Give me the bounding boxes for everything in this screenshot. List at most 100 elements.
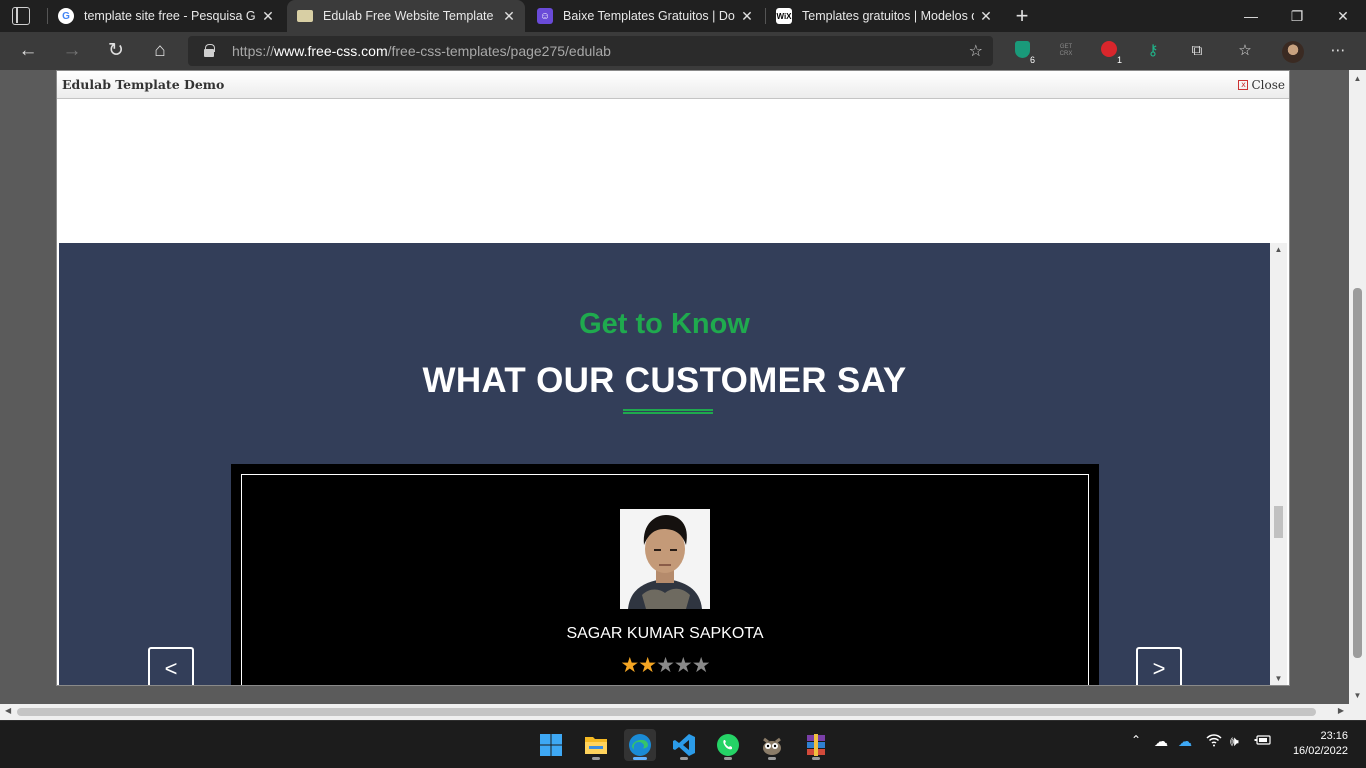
- demo-header: Edulab Template Demo x Close: [57, 71, 1289, 99]
- running-indicator: [724, 757, 732, 760]
- winrar-icon[interactable]: [800, 729, 832, 761]
- show-hidden-icons-icon[interactable]: ⌃: [1131, 733, 1141, 747]
- customer-portrait-image: [620, 509, 710, 609]
- wifi-icon[interactable]: [1206, 733, 1222, 750]
- testimonial-card: SAGAR KUMAR SAPKOTA ★★★★★: [231, 464, 1099, 685]
- volume-icon[interactable]: 🕪: [1230, 733, 1239, 750]
- battery-icon[interactable]: [1254, 733, 1272, 749]
- close-tab-icon[interactable]: ✕: [735, 8, 759, 25]
- star-filled-icon: ★: [638, 654, 657, 677]
- extension-badge: 6: [1027, 55, 1037, 65]
- running-indicator: [633, 757, 647, 760]
- page-viewport: Edulab Template Demo x Close Get to Know…: [0, 70, 1366, 720]
- new-tab-button[interactable]: +: [1010, 2, 1034, 30]
- tab-title: Templates gratuitos | Modelos d: [802, 9, 974, 23]
- url-domain: www.free-css.com: [274, 43, 388, 59]
- gimp-icon[interactable]: [756, 729, 788, 761]
- tab-actions-icon[interactable]: [12, 7, 30, 25]
- wix-icon: WiX: [776, 8, 792, 24]
- inner-scrollbar-thumb[interactable]: [1274, 506, 1283, 538]
- demo-close-button[interactable]: x Close: [1238, 78, 1285, 92]
- star-empty-icon: ★: [673, 654, 693, 677]
- close-tab-icon[interactable]: ✕: [974, 8, 998, 25]
- address-bar[interactable]: https://www.free-css.com/free-css-templa…: [188, 36, 993, 66]
- tab-baixe-templates[interactable]: ☺ Baixe Templates Gratuitos | Dow ✕: [527, 0, 763, 32]
- lock-icon: [204, 44, 215, 57]
- free-css-icon: [297, 10, 313, 22]
- url-text[interactable]: https://www.free-css.com/free-css-templa…: [232, 43, 611, 59]
- scroll-down-icon[interactable]: ▼: [1270, 674, 1287, 683]
- url-prefix: https://: [232, 43, 275, 59]
- whatsapp-icon[interactable]: [712, 729, 744, 761]
- star-empty-icon: ★: [691, 654, 711, 677]
- slider-prev-button[interactable]: <: [148, 647, 194, 685]
- close-tab-icon[interactable]: ✕: [497, 8, 521, 25]
- close-icon: x: [1238, 80, 1249, 90]
- minimize-button[interactable]: —: [1228, 0, 1274, 32]
- tab-google-search[interactable]: G template site free - Pesquisa Goo ✕: [48, 0, 284, 32]
- page-scrollbar-thumb[interactable]: [1353, 288, 1362, 658]
- demo-close-label: Close: [1251, 78, 1285, 92]
- star-empty-icon: ★: [656, 654, 675, 677]
- heading-underline: [623, 409, 713, 414]
- slider-next-button[interactable]: >: [1136, 647, 1182, 685]
- horizontal-scrollbar-thumb[interactable]: [17, 708, 1316, 716]
- system-clock[interactable]: 23:16 16/02/2022: [1293, 729, 1348, 759]
- extensions-icon[interactable]: ⧉: [1187, 41, 1207, 61]
- home-button[interactable]: ⌂: [145, 36, 175, 66]
- favorites-icon[interactable]: ☆: [1235, 41, 1255, 61]
- running-indicator: [592, 757, 600, 760]
- scroll-up-icon[interactable]: ▲: [1270, 245, 1287, 254]
- refresh-button[interactable]: ↻: [101, 36, 131, 66]
- scroll-right-icon[interactable]: ▶: [1338, 706, 1344, 715]
- tab-title: Edulab Free Website Template | F: [323, 9, 497, 23]
- section-heading: WHAT OUR CUSTOMER SAY: [422, 361, 907, 400]
- onedrive-icon[interactable]: ☁: [1178, 733, 1192, 750]
- testimonial-card-inner: SAGAR KUMAR SAPKOTA ★★★★★: [241, 474, 1089, 685]
- running-indicator: [812, 757, 820, 760]
- key-extension-icon[interactable]: ⚷: [1143, 41, 1163, 61]
- testimonial-section: Get to Know WHAT OUR CUSTOMER SAY < > SA…: [59, 243, 1270, 685]
- scroll-left-icon[interactable]: ◀: [5, 706, 11, 715]
- demo-title: Edulab Template Demo: [62, 77, 225, 92]
- clock-time: 23:16: [1320, 730, 1348, 742]
- template-demo-window: Edulab Template Demo x Close Get to Know…: [56, 70, 1290, 686]
- star-filled-icon: ★: [620, 654, 639, 677]
- add-favorite-icon[interactable]: ☆: [969, 41, 983, 61]
- addon-extension-icon[interactable]: 1: [1099, 41, 1124, 65]
- edge-icon[interactable]: [624, 729, 656, 761]
- tab-wix-templates[interactable]: WiX Templates gratuitos | Modelos d ✕: [766, 0, 1002, 32]
- tab-edulab[interactable]: Edulab Free Website Template | F ✕: [287, 0, 525, 32]
- scroll-down-icon[interactable]: ▼: [1349, 691, 1366, 700]
- back-button[interactable]: ←: [13, 36, 43, 66]
- url-path: /free-css-templates/page275/edulab: [387, 43, 611, 59]
- extension-badge: 1: [1114, 55, 1124, 65]
- page-scrollbar[interactable]: ▲ ▼: [1349, 70, 1366, 704]
- restore-button[interactable]: ❐: [1274, 0, 1320, 32]
- close-tab-icon[interactable]: ✕: [256, 8, 280, 25]
- running-indicator: [680, 757, 688, 760]
- clock-date: 16/02/2022: [1292, 745, 1348, 757]
- close-window-button[interactable]: ✕: [1320, 0, 1366, 32]
- customer-photo: [620, 509, 710, 609]
- file-explorer-icon[interactable]: [580, 729, 612, 761]
- getcrx-extension-icon[interactable]: GET CRX: [1055, 41, 1077, 61]
- template-preview-frame: Get to Know WHAT OUR CUSTOMER SAY < > SA…: [59, 100, 1287, 685]
- browser-toolbar: ← → ↻ ⌂ https://www.free-css.com/free-cs…: [0, 32, 1366, 70]
- tab-separator: [47, 8, 48, 24]
- shield-extension-icon[interactable]: 6: [1012, 41, 1037, 65]
- cloud-icon[interactable]: ☁: [1154, 733, 1168, 750]
- customer-name: SAGAR KUMAR SAPKOTA: [566, 625, 764, 642]
- inner-scrollbar[interactable]: ▲ ▼: [1270, 243, 1287, 685]
- vscode-icon[interactable]: [668, 729, 700, 761]
- settings-menu-icon[interactable]: ⋯: [1328, 41, 1348, 61]
- scroll-up-icon[interactable]: ▲: [1349, 74, 1366, 83]
- browser-tab-bar: G template site free - Pesquisa Goo ✕ Ed…: [0, 0, 1366, 32]
- page-horizontal-scrollbar[interactable]: ◀ ▶: [0, 704, 1366, 720]
- rating-stars: ★★★★★: [242, 653, 1088, 678]
- running-indicator: [768, 757, 776, 760]
- profile-avatar[interactable]: [1282, 41, 1304, 63]
- windows-start-icon[interactable]: [535, 729, 567, 761]
- windows-taskbar: ⌃ ☁ ☁ 🕪 23:16 16/02/2022: [0, 720, 1366, 768]
- forward-button[interactable]: →: [57, 36, 87, 66]
